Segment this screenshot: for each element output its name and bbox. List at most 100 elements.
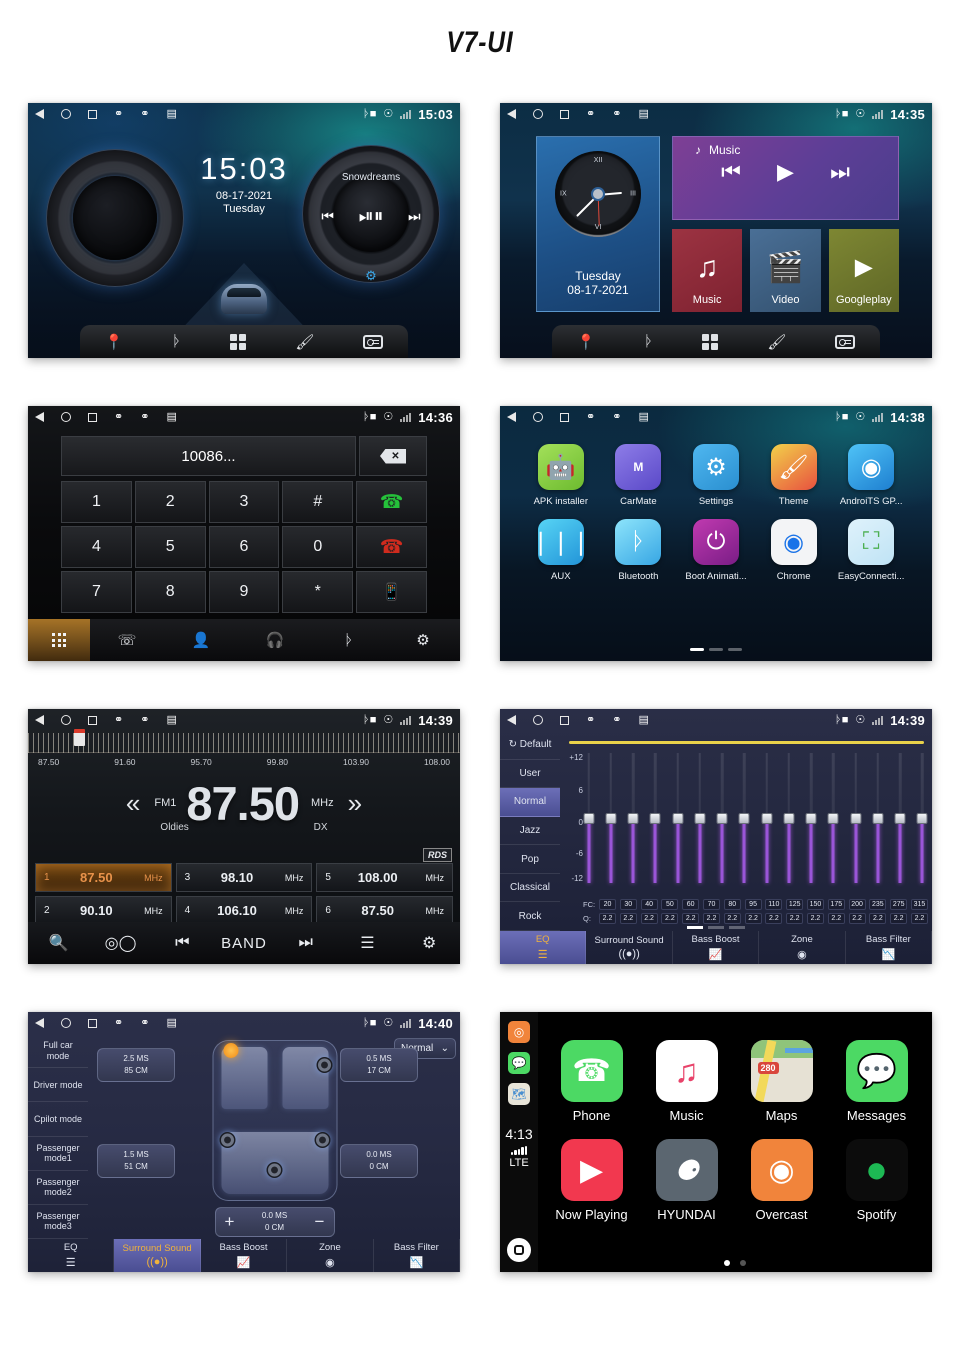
tab-eq[interactable]: EQ ☰ xyxy=(500,931,587,964)
app-androits-gps[interactable]: ◉ AndroiTS GP... xyxy=(832,444,910,507)
eq-band-slider[interactable] xyxy=(916,753,928,883)
theme-brush-icon[interactable]: 🖌 xyxy=(295,333,314,351)
preset-grid[interactable]: 1 87.50 MHz 3 98.10 MHz 5 108.00 MHz 2 9… xyxy=(35,863,453,925)
fc-cell[interactable]: 50 xyxy=(661,899,679,910)
q-cell[interactable]: 2.2 xyxy=(744,913,762,924)
page-dot[interactable] xyxy=(740,1260,746,1266)
mini-player-controls[interactable]: ⏮ ⏯⏸ ⏭ xyxy=(303,206,439,228)
radio-icon[interactable] xyxy=(835,334,856,349)
eq-slider-bank[interactable] xyxy=(583,753,928,883)
tab-bass-boost[interactable]: Bass Boost 📈 xyxy=(673,931,760,964)
tab-keypad[interactable] xyxy=(28,619,90,661)
mode-passenger-2[interactable]: Passenger mode2 xyxy=(28,1171,88,1205)
carplay-app-overcast[interactable]: ◉ Overcast xyxy=(734,1139,829,1222)
page-dot[interactable] xyxy=(708,926,724,929)
key-9[interactable]: 9 xyxy=(208,571,280,613)
recents-square-icon[interactable] xyxy=(560,715,569,725)
tile-video[interactable]: 🎬 Video xyxy=(750,229,821,312)
q-cell[interactable]: 2.2 xyxy=(682,913,700,924)
recents-square-icon[interactable] xyxy=(88,1018,97,1028)
prev-station-icon[interactable]: ⏮ xyxy=(151,934,213,952)
eq-band-slider[interactable] xyxy=(716,753,728,883)
bluetooth-icon[interactable]: ᚦ xyxy=(172,333,181,350)
app-bluetooth[interactable]: ᚦ Bluetooth xyxy=(600,519,678,582)
dial-keypad[interactable]: 1 2 3 # ☎ 4 5 6 0 ☎ 7 8 9 * 📱 xyxy=(61,481,427,613)
key-4[interactable]: 4 xyxy=(61,526,132,568)
key-7[interactable]: 7 xyxy=(61,571,132,613)
preset-1[interactable]: 1 87.50 MHz xyxy=(35,863,172,892)
right-music-knob[interactable]: Snowdreams ⏮ ⏯⏸ ⏭ ⚙ xyxy=(302,145,440,283)
master-delay-stepper[interactable]: + 0.0 MS 0 CM − xyxy=(214,1207,335,1237)
tile-googleplay[interactable]: ► Googleplay xyxy=(828,229,899,312)
back-triangle-icon[interactable] xyxy=(35,412,44,422)
tab-dialer-settings[interactable]: ⚙ xyxy=(386,631,460,649)
eq-band-slider[interactable] xyxy=(850,753,862,883)
home-circle-icon[interactable] xyxy=(61,715,71,725)
screen-carplay[interactable]: ◎ 💬 🗺 4:13 LTE ☎ Phone ♫ Music 280 Maps … xyxy=(500,1012,932,1272)
q-cell[interactable]: 2.2 xyxy=(890,913,908,924)
back-triangle-icon[interactable] xyxy=(35,715,44,725)
tab-contacts[interactable]: 👤 xyxy=(164,631,238,649)
page-dot[interactable] xyxy=(728,648,742,651)
eq-band-slider[interactable] xyxy=(583,753,594,883)
mode-passenger-1[interactable]: Passenger mode1 xyxy=(28,1137,88,1171)
audio-tab-bar[interactable]: EQ ☰ Surround Sound ((●)) Bass Boost 📈 Z… xyxy=(28,1239,460,1272)
app-chrome[interactable]: ◉ Chrome xyxy=(755,519,833,582)
tab-eq[interactable]: EQ ☰ xyxy=(28,1239,115,1272)
tab-bass-filter[interactable]: Bass Filter 📉 xyxy=(846,931,932,964)
eq-preset-default[interactable]: ↻ Default xyxy=(500,731,560,760)
play-pause-icon[interactable]: ⏯⏸ xyxy=(359,206,384,228)
q-cell[interactable]: 2.2 xyxy=(661,913,679,924)
band-button[interactable]: BAND xyxy=(213,935,275,952)
q-cell[interactable]: 2.2 xyxy=(640,913,658,924)
slider-thumb[interactable] xyxy=(916,813,928,824)
backspace-button[interactable]: ✕ xyxy=(359,436,427,476)
eq-preset-user[interactable]: User xyxy=(500,760,560,789)
audio-tab-bar[interactable]: EQ ☰ Surround Sound ((●)) Bass Boost 📈 Z… xyxy=(500,931,932,964)
tab-phone-bluetooth[interactable]: ᚦ xyxy=(312,632,386,649)
slider-thumb[interactable] xyxy=(583,813,594,824)
back-triangle-icon[interactable] xyxy=(507,109,516,119)
carplay-app-now-playing[interactable]: ▶ Now Playing xyxy=(544,1139,639,1222)
q-cell[interactable]: 2.2 xyxy=(619,913,637,924)
eq-band-slider[interactable] xyxy=(827,753,839,883)
q-cell[interactable]: 2.2 xyxy=(599,913,616,924)
eq-band-slider[interactable] xyxy=(872,753,884,883)
slider-thumb[interactable] xyxy=(649,813,661,824)
slider-thumb[interactable] xyxy=(627,813,639,824)
home-circle-icon[interactable] xyxy=(533,412,543,422)
fc-cell[interactable]: 60 xyxy=(682,899,700,910)
eq-preset-classical[interactable]: Classical xyxy=(500,874,560,903)
slider-thumb[interactable] xyxy=(605,813,617,824)
q-value-cells[interactable]: 2.2 2.2 2.2 2.2 2.2 2.2 2.2 2.2 2.2 2.2 2.2 2.2 2.2 2… xyxy=(599,913,928,924)
app-carmate[interactable]: M CarMate xyxy=(600,444,678,507)
prev-icon[interactable]: ⏮ xyxy=(721,159,741,185)
maps-icon[interactable]: 🗺 xyxy=(508,1083,530,1105)
eq-band-slider[interactable] xyxy=(894,753,906,883)
next-icon[interactable]: ⏭ xyxy=(408,208,421,225)
tab-call-log[interactable]: ☏ xyxy=(90,631,164,649)
tab-zone[interactable]: Zone ◉ xyxy=(287,1239,374,1272)
preset-3[interactable]: 3 98.10 MHz xyxy=(175,863,313,892)
carplay-home-button[interactable] xyxy=(507,1238,531,1262)
listening-mode-list[interactable]: Full car mode Driver mode Cpilot mode Pa… xyxy=(28,1034,88,1240)
hangup-button[interactable]: ☎ xyxy=(356,526,427,568)
tab-bass-boost[interactable]: Bass Boost 📈 xyxy=(201,1239,288,1272)
carplay-app-maps[interactable]: 280 Maps xyxy=(734,1040,829,1123)
fc-cell[interactable]: 175 xyxy=(827,899,845,910)
play-icon[interactable]: ▶ xyxy=(777,159,794,185)
recents-square-icon[interactable] xyxy=(88,412,97,422)
gear-icon[interactable]: ⚙ xyxy=(398,933,460,953)
eq-band-slider[interactable] xyxy=(627,753,639,883)
fc-cell[interactable]: 20 xyxy=(599,899,616,910)
tuner-scale[interactable] xyxy=(28,733,460,753)
radio-bottom-bar[interactable]: 🔍 ◎◯ ⏮ BAND ⏭ ☰ ⚙ xyxy=(28,922,460,964)
carplay-page-indicator[interactable] xyxy=(538,1260,932,1266)
carplay-app-phone[interactable]: ☎ Phone xyxy=(544,1040,639,1123)
eq-preset-pop[interactable]: Pop xyxy=(500,845,560,874)
key-5[interactable]: 5 xyxy=(134,526,206,568)
fc-cell[interactable]: 70 xyxy=(702,899,720,910)
back-triangle-icon[interactable] xyxy=(35,1018,44,1028)
page-dot[interactable] xyxy=(729,926,745,929)
eq-band-slider[interactable] xyxy=(672,753,684,883)
